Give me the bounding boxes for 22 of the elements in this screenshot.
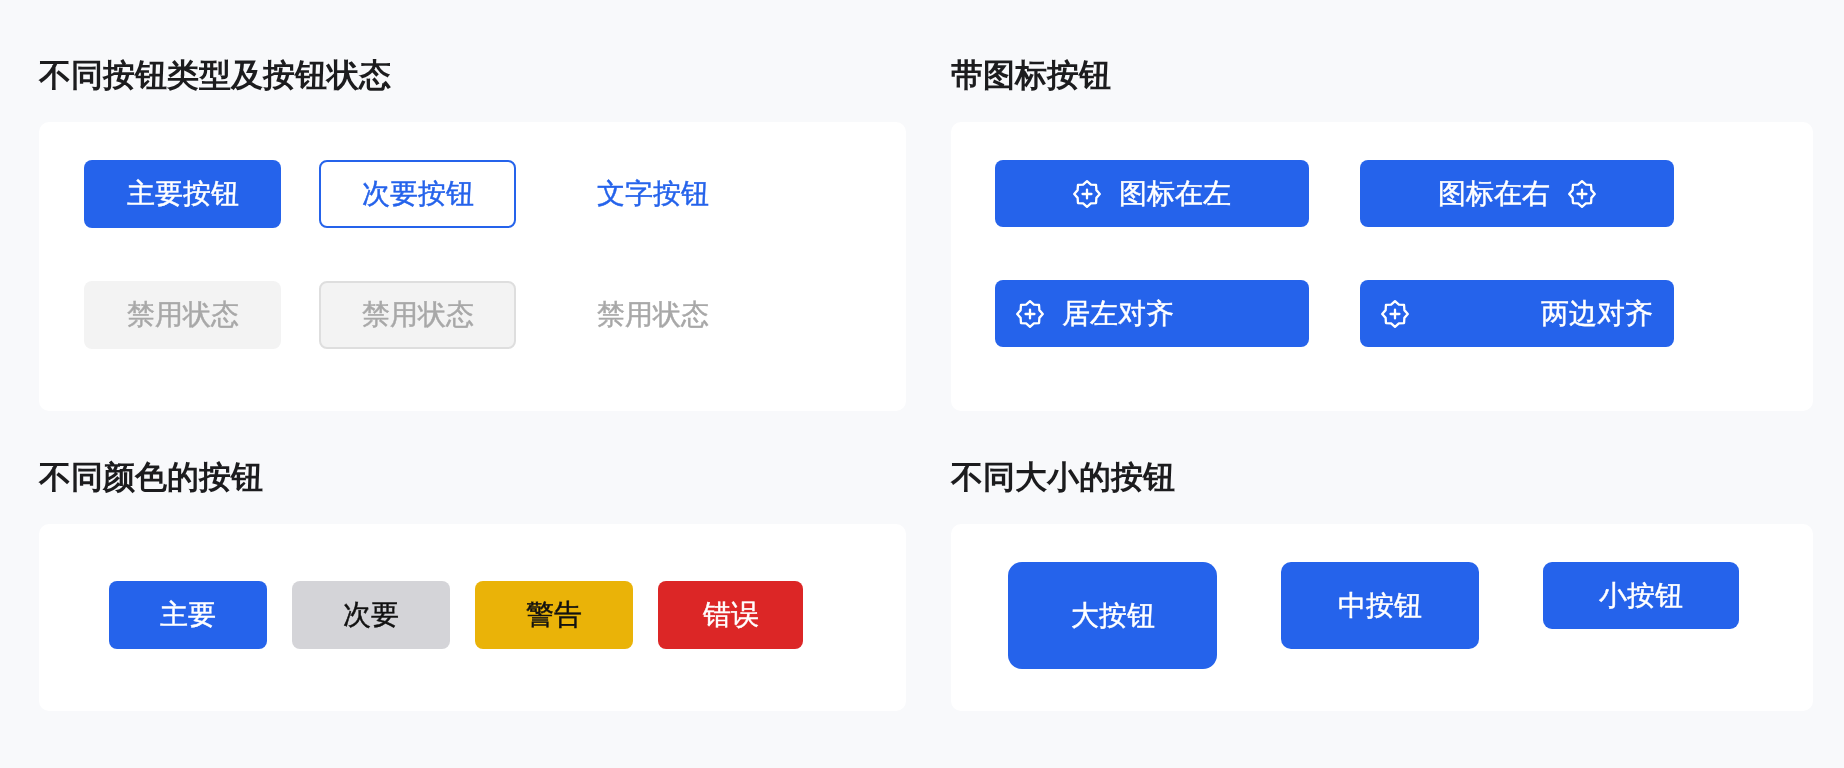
section-title: 不同大小的按钮 (951, 457, 1176, 497)
badge-plus-icon (1568, 179, 1596, 208)
action-button[interactable]: 警告 (475, 581, 633, 649)
action-button[interactable]: 次要 (292, 581, 450, 649)
badge-plus-icon (1073, 179, 1101, 208)
badge-plus-icon (1016, 299, 1044, 328)
icon-button[interactable]: 图标在左 (995, 160, 1309, 227)
badge-plus-icon (1381, 299, 1409, 328)
outline-button[interactable]: 次要按钮 (319, 160, 516, 228)
text-button[interactable]: 文字按钮 (596, 177, 709, 211)
small-button[interactable]: 小按钮 (1543, 562, 1739, 629)
icon-button[interactable]: 两边对齐 (1360, 280, 1674, 347)
medium-button[interactable]: 中按钮 (1281, 562, 1479, 649)
action-button[interactable]: 主要 (109, 581, 267, 649)
section-title: 不同颜色的按钮 (39, 457, 264, 497)
action-button[interactable]: 错误 (658, 581, 803, 649)
primary-button[interactable]: 主要按钮 (84, 160, 281, 228)
icon-button[interactable]: 图标在右 (1360, 160, 1674, 227)
icon-button[interactable]: 居左对齐 (995, 280, 1309, 347)
section-title: 不同按钮类型及按钮状态 (39, 55, 392, 95)
section-title: 带图标按钮 (951, 55, 1112, 95)
large-button[interactable]: 大按钮 (1008, 562, 1217, 669)
